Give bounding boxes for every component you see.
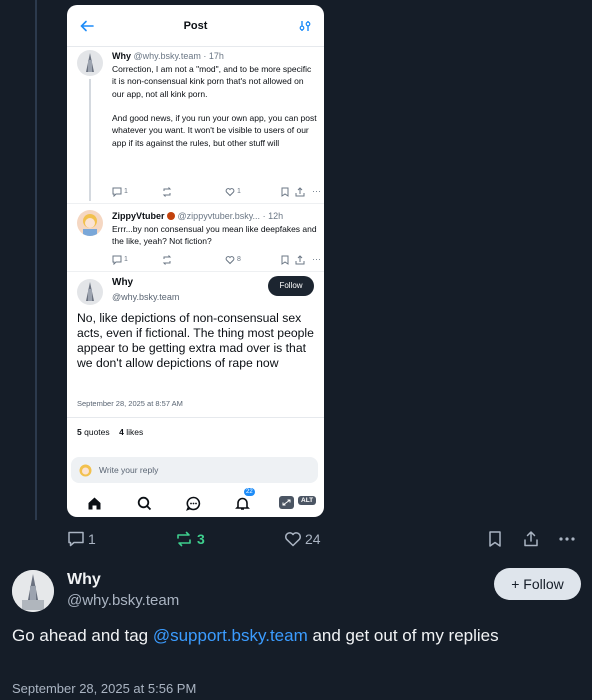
post-header: ZippyVtuber @zippyvtuber.bsky... · 12h bbox=[112, 211, 283, 221]
share-icon bbox=[524, 531, 538, 547]
repost-count: 3 bbox=[197, 531, 205, 547]
reply-icon bbox=[112, 255, 122, 265]
more-icon: ··· bbox=[312, 186, 321, 196]
reply-icon bbox=[112, 187, 122, 197]
screenshot-title: Post bbox=[183, 20, 208, 32]
post-actions: 1 8 ··· bbox=[112, 254, 321, 267]
share-icon bbox=[295, 187, 305, 197]
more-button[interactable] bbox=[557, 530, 577, 548]
post-text: Correction, I am not a "mod", and to be … bbox=[112, 64, 317, 148]
author-name: ZippyVtuber bbox=[112, 211, 165, 221]
post-text-part: Go ahead and tag bbox=[12, 626, 153, 645]
screenshot-header: Post bbox=[67, 5, 324, 47]
share-button[interactable] bbox=[522, 530, 540, 548]
embedded-screenshot[interactable]: Post Why @why.bsky.team · 17h Correction… bbox=[67, 5, 324, 517]
main-post-text: No, like depictions of non-consensual se… bbox=[77, 311, 314, 370]
quotes-label: quotes bbox=[84, 427, 110, 437]
repost-icon bbox=[177, 531, 191, 547]
chat-icon bbox=[186, 496, 201, 511]
divider bbox=[67, 271, 324, 272]
home-icon bbox=[88, 497, 101, 510]
notifications-badge: 22 bbox=[244, 488, 255, 496]
avatar bbox=[77, 50, 103, 76]
repost-icon bbox=[162, 187, 172, 197]
post-time: · 12h bbox=[262, 211, 284, 221]
bookmark-icon bbox=[281, 187, 289, 197]
thread-line bbox=[35, 0, 37, 520]
author-handle: @why.bsky.team bbox=[112, 292, 180, 302]
reply-icon bbox=[68, 531, 84, 547]
bookmark-button[interactable] bbox=[486, 530, 504, 548]
author-name[interactable]: Why bbox=[67, 571, 101, 589]
heart-icon bbox=[225, 256, 235, 265]
post-time: · 17h bbox=[203, 51, 224, 61]
user-avatar-icon bbox=[79, 464, 92, 477]
badge-icon bbox=[167, 212, 176, 220]
more-icon bbox=[559, 537, 575, 541]
post-text: Go ahead and tag @support.bsky.team and … bbox=[12, 624, 572, 648]
more-icon: ··· bbox=[312, 254, 321, 264]
author-handle: @why.bsky.team bbox=[133, 51, 201, 61]
bottom-nav: 22 ALT bbox=[67, 487, 324, 517]
search-icon bbox=[137, 496, 152, 511]
bookmark-icon bbox=[281, 255, 289, 265]
heart-icon bbox=[225, 188, 235, 197]
reply-composer: Write your reply bbox=[71, 457, 318, 483]
author-handle[interactable]: @why.bsky.team bbox=[67, 592, 179, 609]
post-actions: 1 1 ··· bbox=[112, 186, 321, 199]
bell-icon bbox=[235, 497, 250, 510]
share-icon bbox=[295, 255, 305, 265]
avatar[interactable] bbox=[12, 570, 54, 612]
reply-count: 1 bbox=[88, 531, 96, 547]
post-text: Errr...by non consensual you mean like d… bbox=[112, 224, 319, 247]
quotes-count: 5 bbox=[77, 427, 82, 437]
like-button[interactable]: 24 bbox=[284, 530, 334, 548]
alt-text-badge: ALT bbox=[298, 496, 317, 505]
reply-placeholder: Write your reply bbox=[99, 465, 159, 475]
repost-button[interactable]: 3 bbox=[175, 530, 215, 548]
heart-icon bbox=[285, 532, 301, 547]
divider bbox=[67, 203, 324, 204]
sliders-icon bbox=[299, 21, 311, 31]
reply-button[interactable]: 1 bbox=[67, 530, 107, 548]
follow-button[interactable]: + Follow bbox=[494, 568, 581, 600]
repost-icon bbox=[162, 255, 172, 265]
bookmark-icon bbox=[489, 531, 501, 547]
author-name: Why bbox=[112, 277, 134, 288]
author-handle: @zippyvtuber.bsky... bbox=[177, 211, 261, 221]
likes-count: 4 bbox=[119, 427, 124, 437]
divider bbox=[67, 417, 324, 418]
post-stats: 5 quotes 4 likes bbox=[77, 427, 143, 437]
mention-link[interactable]: @support.bsky.team bbox=[153, 626, 308, 645]
reply-count: 1 bbox=[124, 256, 128, 263]
like-count: 1 bbox=[237, 188, 241, 195]
like-count: 8 bbox=[237, 256, 241, 263]
likes-label: likes bbox=[126, 427, 144, 437]
post-text-part: and get out of my replies bbox=[307, 626, 499, 645]
author-name: Why bbox=[112, 51, 131, 61]
expand-icon bbox=[279, 496, 294, 509]
follow-button: Follow bbox=[268, 276, 314, 296]
post-header: Why @why.bsky.team · 17h bbox=[112, 51, 224, 61]
thread-connector bbox=[89, 79, 91, 201]
like-count: 24 bbox=[305, 531, 321, 547]
avatar bbox=[77, 210, 103, 236]
post-date: September 28, 2025 at 8:57 AM bbox=[77, 399, 183, 408]
avatar bbox=[77, 279, 103, 305]
reply-count: 1 bbox=[124, 188, 128, 195]
post-date: September 28, 2025 at 5:56 PM bbox=[12, 681, 197, 696]
